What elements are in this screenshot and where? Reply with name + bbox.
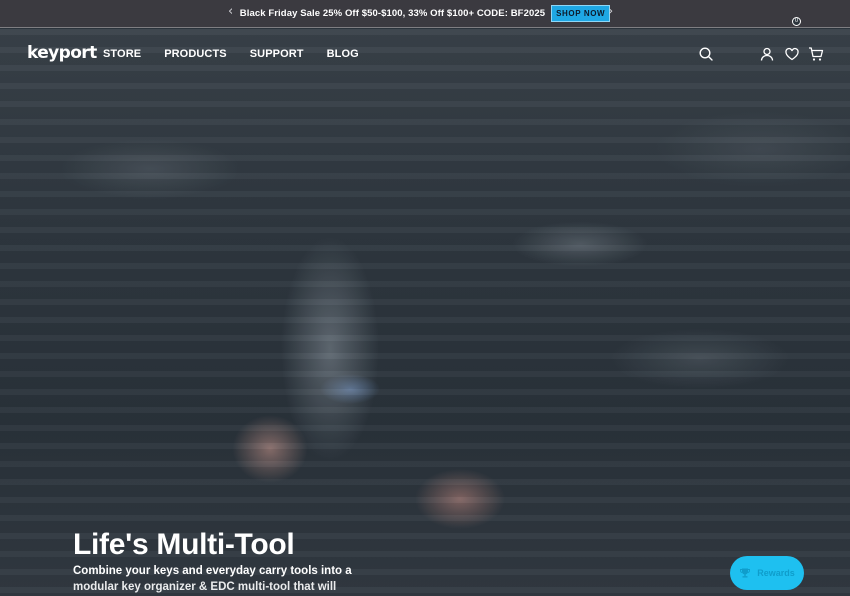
trophy-icon (740, 568, 751, 578)
shop-now-button[interactable]: SHOP NOW (551, 5, 611, 22)
main-header: keyport STORE PRODUCTS SUPPORT BLOG (0, 29, 850, 79)
hero-subtitle-line-1: Combine your keys and everyday carry too… (73, 565, 352, 577)
wishlist-count-badge: 0 (792, 17, 801, 26)
cart-icon[interactable] (808, 46, 824, 62)
wishlist-icon[interactable] (784, 46, 800, 62)
hero-title: Life's Multi-Tool (73, 528, 295, 561)
header-icons (0, 46, 850, 64)
chevron-left-icon[interactable]: ‹ (228, 5, 233, 19)
rewards-label: Rewards (757, 568, 795, 578)
hero-motion-blur (0, 29, 850, 596)
chevron-right-icon[interactable]: › (608, 5, 613, 19)
announcement-bar: ‹ Black Friday Sale 25% Off $50-$100, 33… (0, 0, 850, 28)
announcement-message: Black Friday Sale 25% Off $50-$100, 33% … (239, 8, 546, 19)
search-icon[interactable] (698, 46, 714, 62)
hero-background (0, 29, 850, 596)
hero-subtitle-line-2: modular key organizer & EDC multi-tool t… (73, 581, 337, 593)
rewards-button[interactable]: Rewards (730, 556, 804, 590)
account-icon[interactable] (759, 46, 775, 62)
hero-copy: Life's Multi-Tool Combine your keys and … (73, 528, 373, 596)
